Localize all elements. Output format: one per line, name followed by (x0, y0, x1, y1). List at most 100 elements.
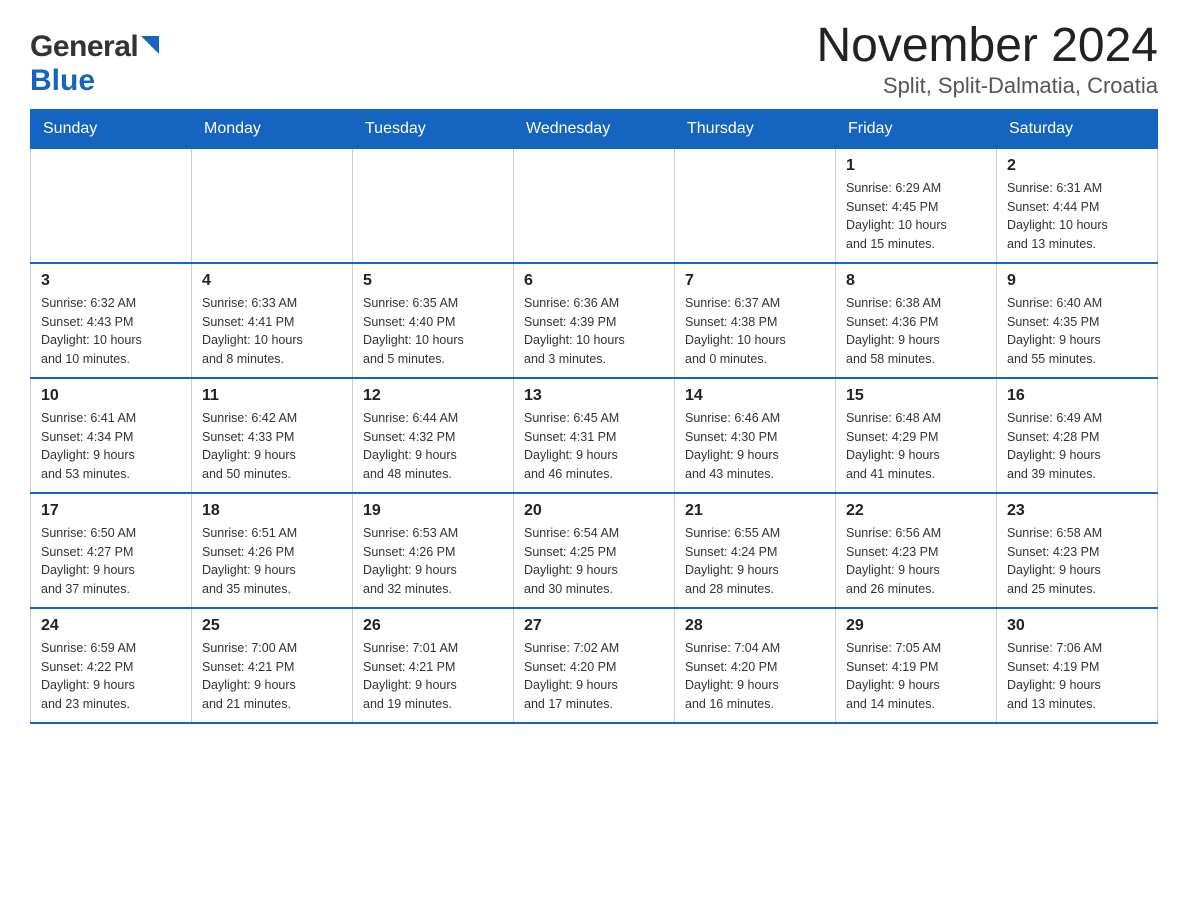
day-number: 3 (41, 272, 181, 290)
col-wednesday: Wednesday (514, 109, 675, 148)
logo-blue-text: Blue (30, 64, 95, 97)
table-row: 27 Sunrise: 7:02 AM Sunset: 4:20 PM Dayli… (514, 608, 675, 723)
day-info: Sunrise: 6:48 AM Sunset: 4:29 PM Dayligh… (846, 409, 986, 484)
logo-general-text: General (30, 30, 138, 64)
table-row: 9 Sunrise: 6:40 AM Sunset: 4:35 PM Daylig… (997, 263, 1158, 378)
col-sunday: Sunday (31, 109, 192, 148)
table-row: 17 Sunrise: 6:50 AM Sunset: 4:27 PM Dayli… (31, 493, 192, 608)
day-number: 20 (524, 502, 664, 520)
table-row: 28Sunrise: 7:04 AM Sunset: 4:20 PM Dayli… (675, 608, 836, 723)
day-number: 19 (363, 502, 503, 520)
day-number: 14 (685, 387, 825, 405)
day-number: 13 (524, 387, 664, 405)
day-info: Sunrise: 7:01 AM Sunset: 4:21 PM Dayligh… (363, 639, 503, 714)
table-row: 4 Sunrise: 6:33 AM Sunset: 4:41 PM Daylig… (192, 263, 353, 378)
day-info: Sunrise: 6:32 AM Sunset: 4:43 PM Dayligh… (41, 294, 181, 369)
day-info: Sunrise: 7:06 AM Sunset: 4:19 PM Dayligh… (1007, 639, 1147, 714)
day-info: Sunrise: 6:56 AM Sunset: 4:23 PM Dayligh… (846, 524, 986, 599)
table-row: 8 Sunrise: 6:38 AM Sunset: 4:36 PM Daylig… (836, 263, 997, 378)
day-info: Sunrise: 6:29 AM Sunset: 4:45 PM Dayligh… (846, 179, 986, 254)
table-row: 21 Sunrise: 6:55 AM Sunset: 4:24 PM Dayli… (675, 493, 836, 608)
day-info: Sunrise: 6:50 AM Sunset: 4:27 PM Dayligh… (41, 524, 181, 599)
table-row: 12 Sunrise: 6:44 AM Sunset: 4:32 PM Dayli… (353, 378, 514, 493)
table-row: 25Sunrise: 7:00 AM Sunset: 4:21 PM Dayli… (192, 608, 353, 723)
table-row (514, 148, 675, 263)
calendar-title: November 2024 (816, 20, 1158, 73)
table-row: 23 Sunrise: 6:58 AM Sunset: 4:23 PM Dayli… (997, 493, 1158, 608)
day-info: Sunrise: 6:55 AM Sunset: 4:24 PM Dayligh… (685, 524, 825, 599)
day-info: Sunrise: 6:35 AM Sunset: 4:40 PM Dayligh… (363, 294, 503, 369)
table-row (192, 148, 353, 263)
day-info: Sunrise: 6:58 AM Sunset: 4:23 PM Dayligh… (1007, 524, 1147, 599)
calendar-week-row: 1 Sunrise: 6:29 AM Sunset: 4:45 PM Daylig… (31, 148, 1158, 263)
day-number: 29 (846, 617, 986, 635)
day-info: Sunrise: 6:44 AM Sunset: 4:32 PM Dayligh… (363, 409, 503, 484)
day-number: 23 (1007, 502, 1147, 520)
title-block: November 2024 Split, Split-Dalmatia, Cro… (816, 20, 1158, 99)
table-row: 29 Sunrise: 7:05 AM Sunset: 4:19 PM Dayli… (836, 608, 997, 723)
day-info: Sunrise: 7:02 AM Sunset: 4:20 PM Dayligh… (524, 639, 664, 714)
col-tuesday: Tuesday (353, 109, 514, 148)
calendar-week-row: 10 Sunrise: 6:41 AM Sunset: 4:34 PM Dayli… (31, 378, 1158, 493)
logo-arrow-icon (141, 36, 159, 59)
table-row: 1 Sunrise: 6:29 AM Sunset: 4:45 PM Daylig… (836, 148, 997, 263)
day-number: 11 (202, 387, 342, 405)
day-info: Sunrise: 6:36 AM Sunset: 4:39 PM Dayligh… (524, 294, 664, 369)
calendar-subtitle: Split, Split-Dalmatia, Croatia (816, 73, 1158, 99)
day-info: Sunrise: 6:33 AM Sunset: 4:41 PM Dayligh… (202, 294, 342, 369)
table-row (675, 148, 836, 263)
calendar-week-row: 17 Sunrise: 6:50 AM Sunset: 4:27 PM Dayli… (31, 493, 1158, 608)
table-row: 30 Sunrise: 7:06 AM Sunset: 4:19 PM Dayli… (997, 608, 1158, 723)
day-number: 7 (685, 272, 825, 290)
day-number: 17 (41, 502, 181, 520)
day-number: 18 (202, 502, 342, 520)
day-number: 30 (1007, 617, 1147, 635)
day-info: Sunrise: 6:31 AM Sunset: 4:44 PM Dayligh… (1007, 179, 1147, 254)
day-info: Sunrise: 6:42 AM Sunset: 4:33 PM Dayligh… (202, 409, 342, 484)
day-info: Sunrise: 6:46 AM Sunset: 4:30 PM Dayligh… (685, 409, 825, 484)
day-number: 1 (846, 157, 986, 175)
col-saturday: Saturday (997, 109, 1158, 148)
table-row: 5 Sunrise: 6:35 AM Sunset: 4:40 PM Daylig… (353, 263, 514, 378)
table-row: 22Sunrise: 6:56 AM Sunset: 4:23 PM Dayli… (836, 493, 997, 608)
day-number: 21 (685, 502, 825, 520)
table-row: 13 Sunrise: 6:45 AM Sunset: 4:31 PM Dayli… (514, 378, 675, 493)
day-number: 2 (1007, 157, 1147, 175)
day-number: 9 (1007, 272, 1147, 290)
day-number: 24 (41, 617, 181, 635)
table-row (353, 148, 514, 263)
day-number: 15 (846, 387, 986, 405)
calendar-week-row: 24 Sunrise: 6:59 AM Sunset: 4:22 PM Dayli… (31, 608, 1158, 723)
day-number: 12 (363, 387, 503, 405)
table-row: 20 Sunrise: 6:54 AM Sunset: 4:25 PM Dayli… (514, 493, 675, 608)
table-row: 24 Sunrise: 6:59 AM Sunset: 4:22 PM Dayli… (31, 608, 192, 723)
page-header: General Blue November 2024 Split, Split-… (30, 20, 1158, 99)
day-info: Sunrise: 6:45 AM Sunset: 4:31 PM Dayligh… (524, 409, 664, 484)
day-number: 26 (363, 617, 503, 635)
day-info: Sunrise: 6:53 AM Sunset: 4:26 PM Dayligh… (363, 524, 503, 599)
day-info: Sunrise: 6:38 AM Sunset: 4:36 PM Dayligh… (846, 294, 986, 369)
day-number: 8 (846, 272, 986, 290)
calendar-table: Sunday Monday Tuesday Wednesday Thursday… (30, 109, 1158, 724)
day-info: Sunrise: 6:54 AM Sunset: 4:25 PM Dayligh… (524, 524, 664, 599)
day-number: 16 (1007, 387, 1147, 405)
table-row: 10 Sunrise: 6:41 AM Sunset: 4:34 PM Dayli… (31, 378, 192, 493)
table-row (31, 148, 192, 263)
calendar-week-row: 3 Sunrise: 6:32 AM Sunset: 4:43 PM Daylig… (31, 263, 1158, 378)
table-row: 3 Sunrise: 6:32 AM Sunset: 4:43 PM Daylig… (31, 263, 192, 378)
table-row: 7Sunrise: 6:37 AM Sunset: 4:38 PM Daylig… (675, 263, 836, 378)
day-number: 6 (524, 272, 664, 290)
day-number: 10 (41, 387, 181, 405)
day-info: Sunrise: 7:05 AM Sunset: 4:19 PM Dayligh… (846, 639, 986, 714)
day-info: Sunrise: 6:40 AM Sunset: 4:35 PM Dayligh… (1007, 294, 1147, 369)
day-info: Sunrise: 7:04 AM Sunset: 4:20 PM Dayligh… (685, 639, 825, 714)
day-info: Sunrise: 6:41 AM Sunset: 4:34 PM Dayligh… (41, 409, 181, 484)
day-info: Sunrise: 6:59 AM Sunset: 4:22 PM Dayligh… (41, 639, 181, 714)
day-number: 4 (202, 272, 342, 290)
day-number: 5 (363, 272, 503, 290)
table-row: 18Sunrise: 6:51 AM Sunset: 4:26 PM Dayli… (192, 493, 353, 608)
calendar-header-row: Sunday Monday Tuesday Wednesday Thursday… (31, 109, 1158, 148)
logo: General Blue (30, 30, 159, 98)
table-row: 6 Sunrise: 6:36 AM Sunset: 4:39 PM Daylig… (514, 263, 675, 378)
day-number: 27 (524, 617, 664, 635)
